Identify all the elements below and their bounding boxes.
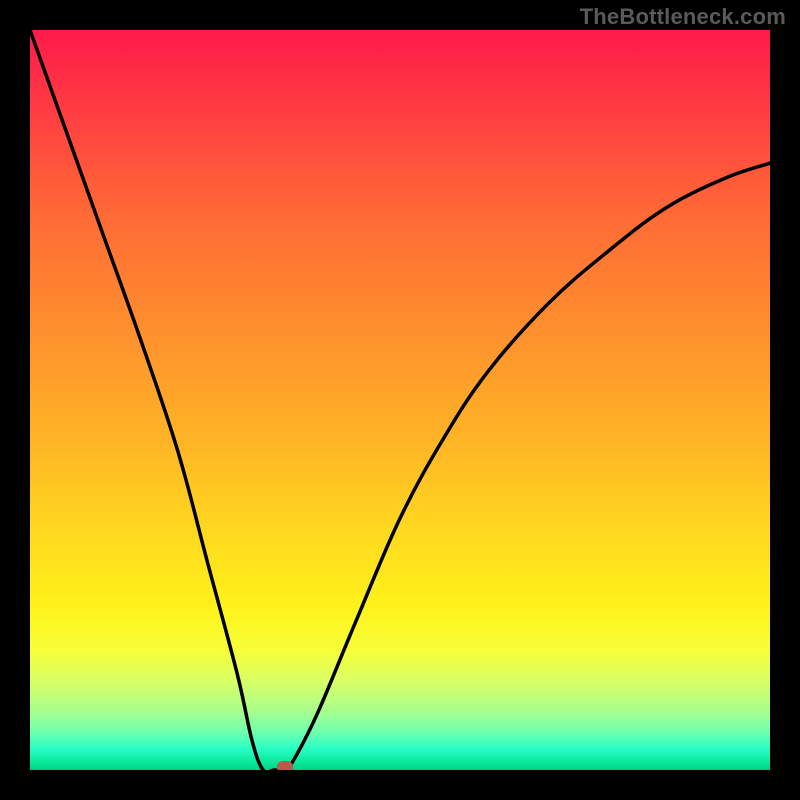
bottleneck-curve [30,30,770,770]
plot-area [30,30,770,770]
chart-frame: TheBottleneck.com [0,0,800,800]
minimum-marker [277,761,293,770]
curve-svg [30,30,770,770]
watermark-text: TheBottleneck.com [580,4,786,30]
